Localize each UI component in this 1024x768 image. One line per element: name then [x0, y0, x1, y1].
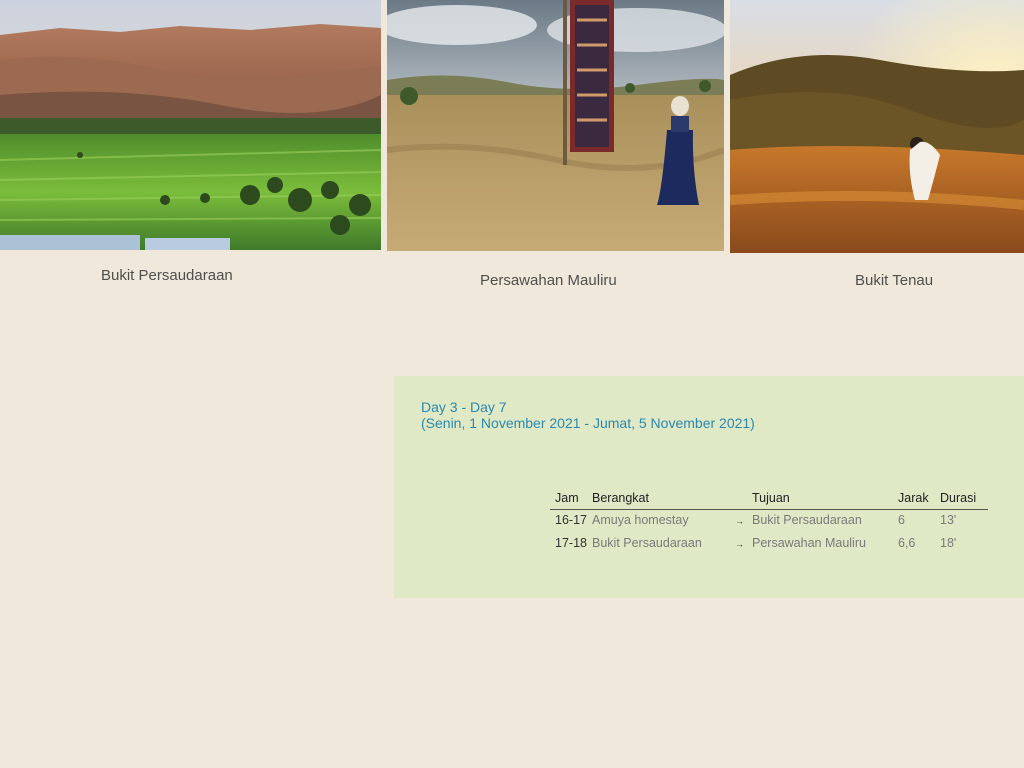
cell-durasi: 18' [940, 536, 957, 550]
cell-berangkat: Amuya homestay [592, 513, 689, 527]
header-berangkat: Berangkat [592, 491, 649, 505]
cell-jam: 16-17 [555, 513, 587, 527]
table-row: 17-18 Bukit Persaudaraan → Persawahan Ma… [550, 533, 988, 556]
itinerary-date-range: (Senin, 1 November 2021 - Jumat, 5 Novem… [421, 415, 755, 431]
cell-jarak: 6,6 [898, 536, 916, 550]
cell-jarak: 6 [898, 513, 905, 527]
caption-persawahan-mauliru: Persawahan Mauliru [480, 272, 617, 289]
cell-tujuan: Bukit Persaudaraan [752, 513, 862, 527]
header-tujuan: Tujuan [752, 491, 790, 505]
caption-bukit-tenau: Bukit Tenau [855, 272, 934, 289]
table-row: 16-17 Amuya homestay → Bukit Persaudaraa… [550, 510, 988, 533]
cell-durasi: 13' [940, 513, 957, 527]
schedule-table: Jam Berangkat Tujuan Jarak Durasi 16-17 … [550, 488, 988, 556]
photo-persawahan-mauliru [387, 0, 724, 251]
cell-berangkat: Bukit Persaudaraan [592, 536, 702, 550]
photo-bukit-tenau [730, 0, 1024, 253]
caption-bukit-persaudaraan: Bukit Persaudaraan [101, 267, 233, 284]
arrow-right-icon: → [735, 539, 744, 549]
header-jam: Jam [555, 491, 579, 505]
cell-tujuan: Persawahan Mauliru [752, 536, 866, 550]
header-jarak: Jarak [898, 491, 929, 505]
header-durasi: Durasi [940, 491, 977, 505]
photo-bukit-persaudaraan [0, 0, 381, 250]
cell-jam: 17-18 [555, 536, 587, 550]
arrow-right-icon: → [735, 516, 744, 526]
table-header-row: Jam Berangkat Tujuan Jarak Durasi [550, 488, 988, 510]
itinerary-day-title: Day 3 - Day 7 [421, 399, 507, 415]
itinerary-panel: Day 3 - Day 7 (Senin, 1 November 2021 - … [394, 376, 1024, 598]
